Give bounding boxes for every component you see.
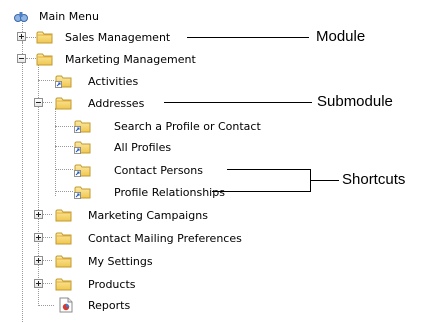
tree-item-label: Profile Relationships [114, 186, 225, 199]
module-callout-label: Module [316, 28, 366, 45]
submodule-callout-line [164, 102, 312, 103]
shortcuts-callout-line-mid [311, 180, 339, 181]
folder-icon [55, 230, 73, 246]
collapse-minus-icon[interactable] [34, 98, 43, 107]
tree-item-label: Marketing Campaigns [88, 209, 208, 222]
tree-item-label: Marketing Management [65, 53, 196, 66]
shortcuts-callout-line-top [227, 169, 311, 170]
expand-plus-icon[interactable] [34, 233, 43, 242]
shortcuts-callout-label: Shortcuts [342, 171, 406, 188]
report-icon [59, 297, 77, 313]
tree-item-label: Contact Persons [114, 164, 203, 177]
expand-plus-icon[interactable] [34, 279, 43, 288]
tree-item-label: Addresses [88, 97, 145, 110]
tree-item-label: Reports [88, 299, 131, 312]
expand-plus-icon[interactable] [17, 32, 26, 41]
tree-item-label: Products [88, 278, 136, 291]
tree-item-label: Contact Mailing Preferences [88, 232, 242, 245]
folder-icon [55, 95, 73, 111]
shortcuts-callout-line-bottom [212, 191, 311, 192]
binoculars-icon [13, 9, 31, 25]
shortcut-folder-icon [74, 118, 92, 134]
shortcut-folder-icon [55, 73, 73, 89]
tree-item-label: Main Menu [39, 10, 99, 23]
tree-item-label: All Profiles [114, 141, 172, 154]
folder-icon [55, 276, 73, 292]
collapse-minus-icon[interactable] [17, 54, 26, 63]
expand-plus-icon[interactable] [34, 256, 43, 265]
folder-icon [55, 207, 73, 223]
shortcut-folder-icon [74, 139, 92, 155]
tree-item-label: Search a Profile or Contact [114, 120, 261, 133]
shortcut-folder-icon [74, 162, 92, 178]
tree-item-label: Sales Management [65, 31, 171, 44]
expand-plus-icon[interactable] [34, 210, 43, 219]
module-callout-line [187, 37, 309, 38]
tree-item-label: My Settings [88, 255, 153, 268]
submodule-callout-label: Submodule [317, 93, 393, 110]
tree-item-label: Activities [88, 75, 139, 88]
folder-icon [36, 29, 54, 45]
shortcut-folder-icon [74, 184, 92, 200]
folder-icon [36, 51, 54, 67]
folder-icon [55, 253, 73, 269]
